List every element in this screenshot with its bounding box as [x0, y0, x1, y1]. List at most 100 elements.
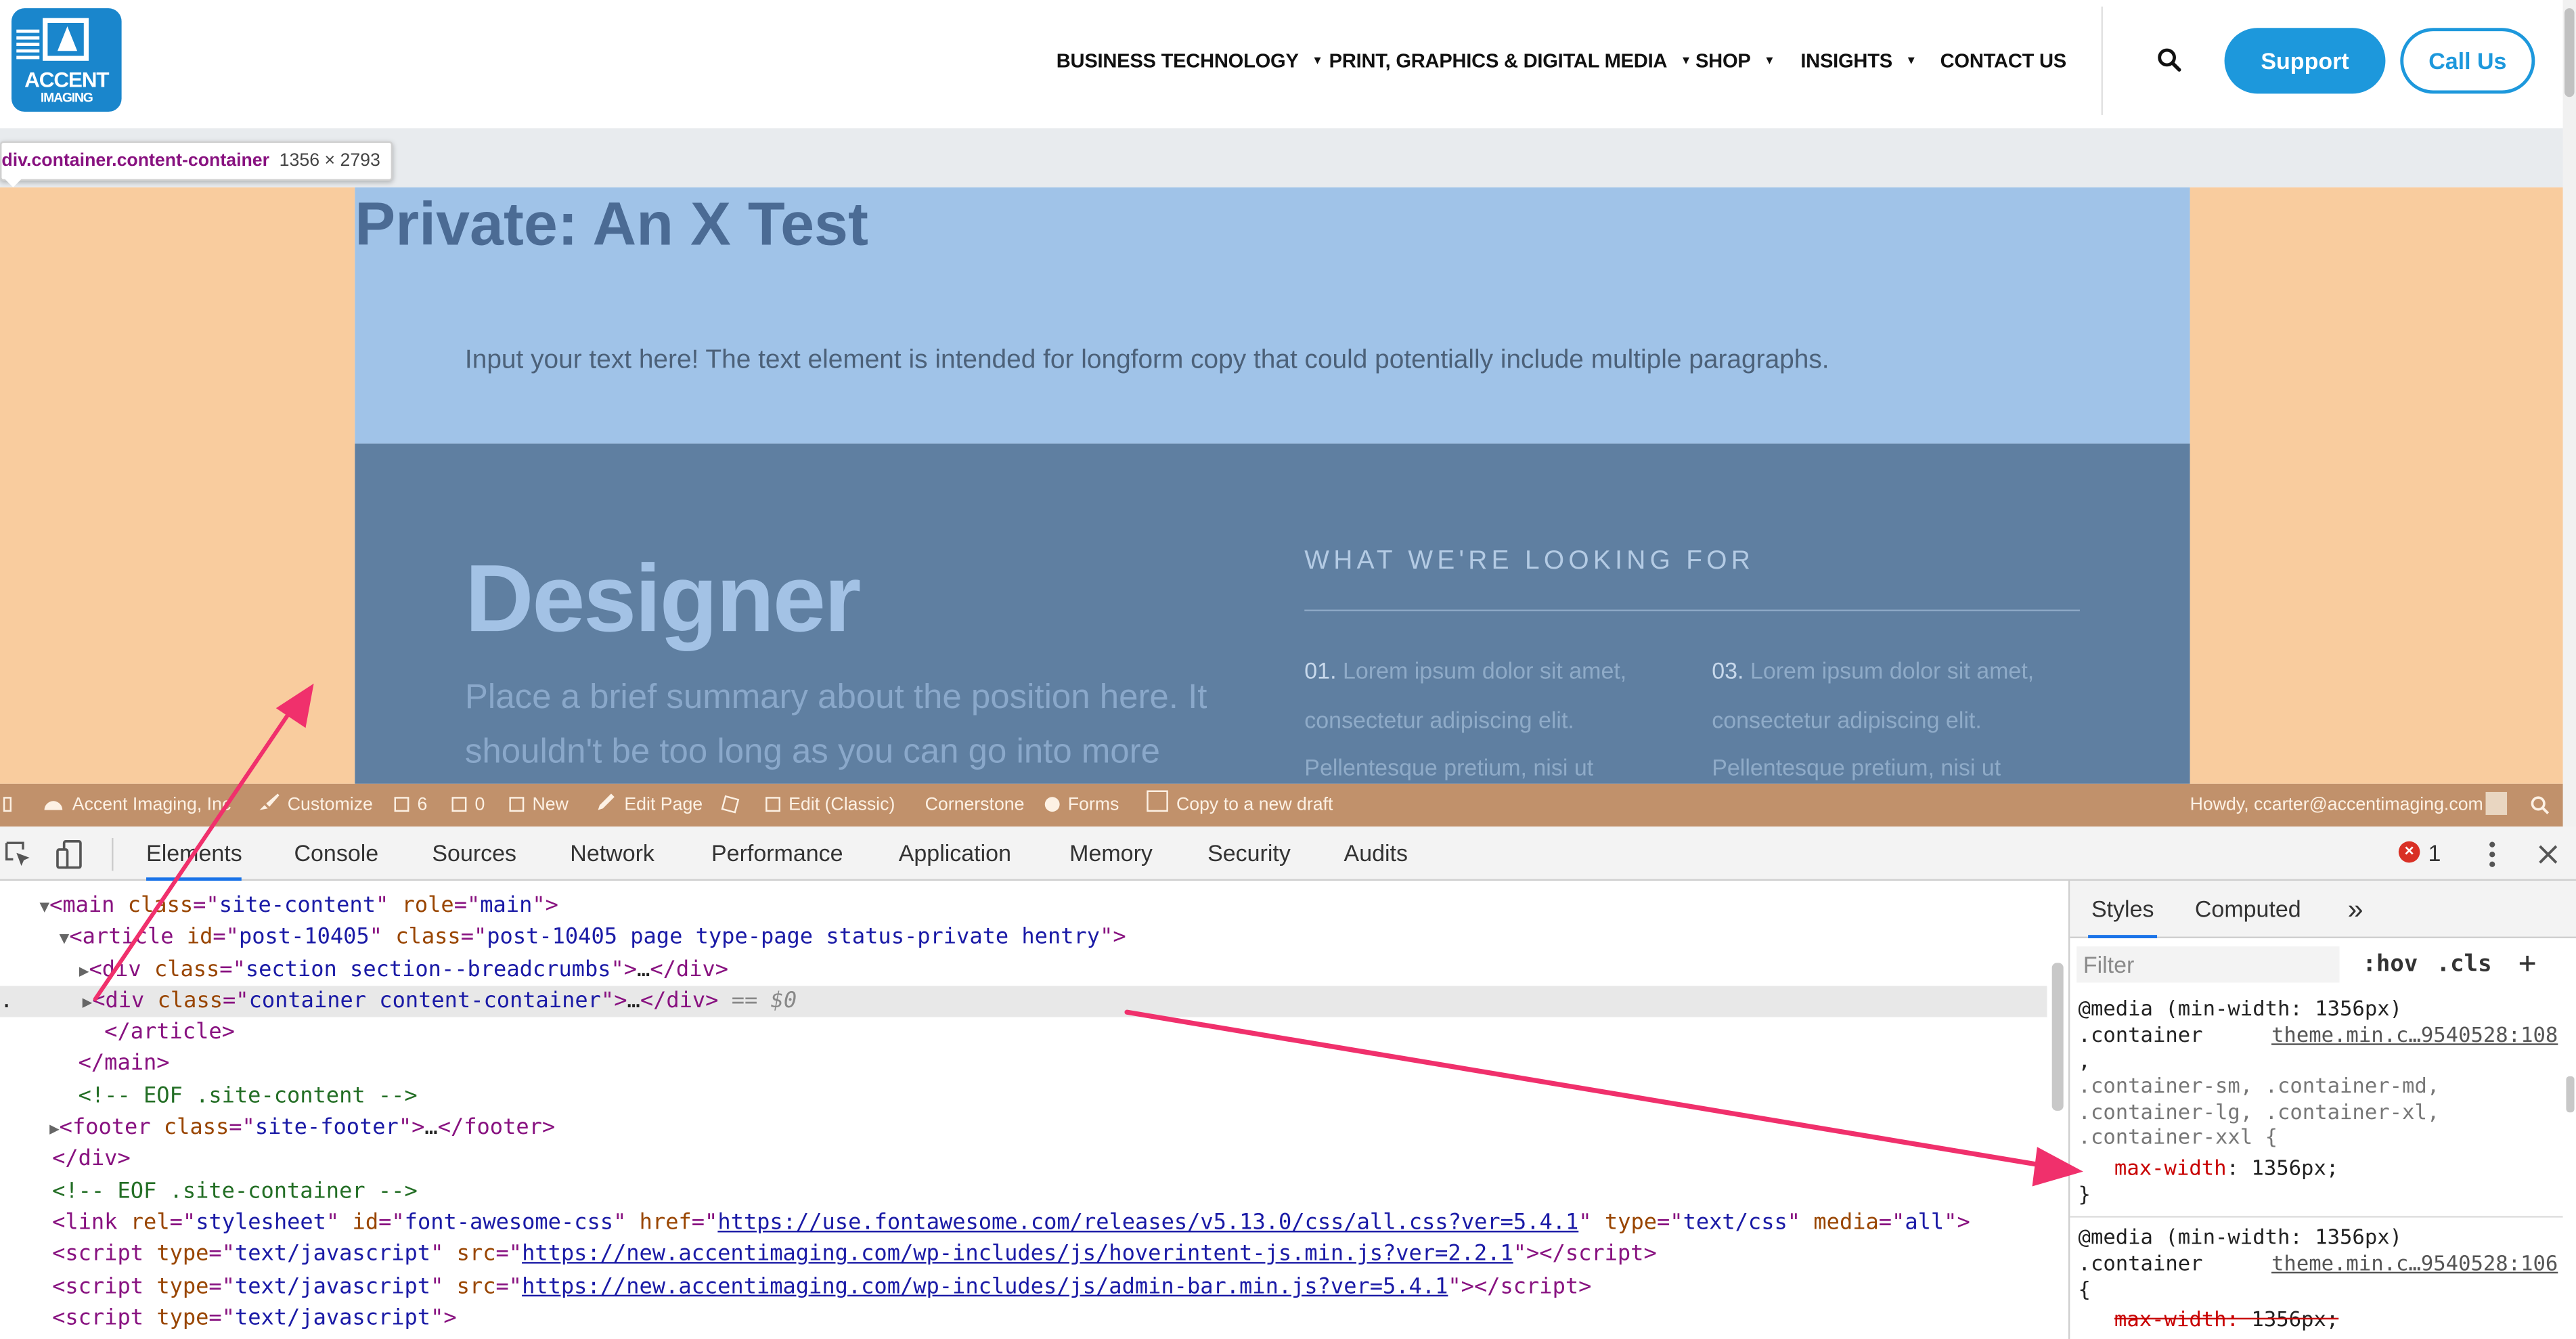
hover-state-toggle[interactable]: :hov	[2362, 946, 2418, 982]
admin-bar-gravity-icon[interactable]	[721, 784, 746, 827]
stylesheet-link[interactable]: https://use.fontawesome.com/releases/v5.…	[717, 1211, 1578, 1235]
dom-node-script[interactable]: <script type="text/javascript" src="http…	[0, 1239, 1657, 1270]
more-tabs-icon[interactable]: »	[2348, 881, 2363, 938]
error-icon[interactable]: ×	[2398, 841, 2420, 863]
nav-shop[interactable]: SHOP ▼	[1695, 49, 1775, 76]
avatar[interactable]	[2485, 791, 2508, 815]
nav-insights[interactable]: INSIGHTS ▼	[1800, 49, 1917, 76]
dom-node-article[interactable]: ▼<article id="post-10405" class="post-10…	[0, 922, 1126, 953]
tooltip-pointer	[3, 177, 23, 188]
call-us-button[interactable]: Call Us	[2400, 28, 2535, 94]
inspect-element-icon[interactable]	[3, 839, 33, 869]
page-scrollbar-thumb[interactable]	[2564, 8, 2575, 97]
new-style-rule-icon[interactable]: +	[2518, 946, 2536, 982]
admin-bar-copy-draft[interactable]: Copy to a new draft	[1147, 784, 1333, 827]
tab-performance[interactable]: Performance	[711, 827, 843, 881]
tab-security[interactable]: Security	[1207, 827, 1291, 881]
inspect-element-tooltip: div.container.content-container 1356 × 27…	[0, 141, 394, 181]
script-link[interactable]: https://new.accentimaging.com/wp-include…	[522, 1242, 1513, 1267]
tab-elements[interactable]: Elements	[146, 827, 242, 881]
css-source-link[interactable]: theme.min.c…9540528:106	[2271, 1250, 2558, 1276]
forms-icon	[1044, 797, 1060, 812]
dom-node-main-close[interactable]: </main>	[0, 1049, 170, 1080]
looking-for-divider	[1304, 609, 2080, 611]
script-link[interactable]: https://new.accentimaging.com/wp-include…	[522, 1275, 1448, 1300]
expand-triangle-icon[interactable]: ▶	[13, 994, 93, 1013]
dom-node-script[interactable]: <script type="text/javascript" src="http…	[0, 1272, 1591, 1303]
expand-triangle-icon[interactable]: ▶	[0, 1120, 60, 1139]
nav-business-technology[interactable]: BUSINESS TECHNOLOGY ▼	[1057, 49, 1323, 76]
admin-bar-customize[interactable]: Customize	[258, 784, 373, 827]
tab-computed[interactable]: Computed	[2195, 881, 2301, 938]
css-selector-list: .container-lg, .container-xl,	[2078, 1099, 2440, 1124]
logo-text-imaging: IMAGING	[40, 90, 93, 106]
dom-node-main[interactable]: ▼<main class="site-content" role="main">	[0, 891, 558, 922]
site-header: ACCENT IMAGING BUSINESS TECHNOLOGY ▼ PRIN…	[0, 0, 2576, 129]
dom-node-footer[interactable]: ▶<footer class="site-footer">…</footer>	[0, 1112, 555, 1143]
close-icon[interactable]	[2537, 843, 2560, 866]
class-toggle[interactable]: .cls	[2437, 946, 2492, 982]
requirement-item: 01. Lorem ipsum dolor sit amet, consecte…	[1304, 657, 1627, 781]
tab-console[interactable]: Console	[294, 827, 378, 881]
collapse-triangle-icon[interactable]: ▼	[0, 930, 70, 948]
admin-bar-howdy[interactable]: Howdy, ccarter@accentimaging.com	[2190, 784, 2483, 827]
css-declaration-max-width[interactable]: max-width: 1356px;	[2114, 1155, 2338, 1181]
job-summary: Place a brief summary about the position…	[464, 678, 1207, 771]
css-media-query: @media (min-width: 1356px)	[2078, 995, 2403, 1021]
support-button[interactable]: Support	[2224, 28, 2386, 94]
admin-bar-edit-page[interactable]: Edit Page	[596, 784, 703, 827]
admin-bar-forms[interactable]: Forms	[1044, 784, 1119, 827]
dashboard-icon	[44, 801, 63, 810]
css-declaration-overridden[interactable]: max-width: 1356px;	[2114, 1307, 2338, 1332]
dom-node-div-close[interactable]: </div>	[0, 1143, 131, 1175]
dom-scrollbar[interactable]	[2051, 963, 2064, 1111]
page-scrollbar[interactable]	[2562, 0, 2576, 827]
tab-sources[interactable]: Sources	[432, 827, 516, 881]
more-options-icon[interactable]	[2484, 839, 2500, 869]
admin-bar-comments[interactable]: 6	[394, 784, 427, 827]
nav-contact-us[interactable]: CONTACT US	[1940, 49, 2067, 76]
nav-print-graphics-digital-media[interactable]: PRINT, GRAPHICS & DIGITAL MEDIA ▼	[1329, 49, 1692, 76]
accent-imaging-logo[interactable]: ACCENT IMAGING	[11, 8, 122, 112]
device-toolbar-icon[interactable]	[54, 838, 84, 871]
collapse-triangle-icon[interactable]: ▼	[0, 899, 49, 917]
dom-comment[interactable]: <!-- EOF .site-container -->	[0, 1177, 418, 1208]
dom-node-script[interactable]: <script type="text/javascript">	[0, 1303, 457, 1334]
styles-filter-input[interactable]: Filter	[2077, 946, 2340, 983]
css-rule-header: .container theme.min.c…9540528:108	[2078, 1022, 2558, 1048]
admin-bar-updates[interactable]: 0	[451, 784, 485, 827]
tab-audits[interactable]: Audits	[1344, 827, 1408, 881]
tab-network[interactable]: Network	[570, 827, 654, 881]
admin-bar-new[interactable]: New	[509, 784, 569, 827]
dom-node-link[interactable]: <link rel="stylesheet" id="font-awesome-…	[0, 1208, 1970, 1239]
admin-bar-site-name[interactable]: Accent Imaging, Inc	[43, 784, 231, 827]
wp-logo-icon[interactable]	[3, 784, 20, 827]
selected-node-marker: == $0	[731, 989, 797, 1014]
edit-icon	[765, 797, 780, 812]
dom-comment[interactable]: <!-- EOF .site-content -->	[0, 1081, 418, 1112]
admin-bar-edit-classic[interactable]: Edit (Classic)	[765, 784, 895, 827]
logo-text-accent: ACCENT	[24, 67, 109, 92]
tab-application[interactable]: Application	[899, 827, 1011, 881]
dom-node-content-container[interactable]: . ▶<div class="container content-contain…	[0, 986, 797, 1017]
admin-search-icon[interactable]	[2530, 795, 2550, 815]
search-icon[interactable]	[2157, 47, 2181, 72]
intro-text: Input your text here! The text element i…	[464, 347, 1829, 375]
admin-bar-cornerstone[interactable]: Cornerstone	[925, 784, 1025, 827]
page-title: Private: An X Test	[355, 190, 868, 259]
css-rule-close: }	[2078, 1181, 2091, 1206]
css-rule-open: {	[2078, 1277, 2091, 1302]
tab-styles[interactable]: Styles	[2088, 881, 2158, 938]
expand-triangle-icon[interactable]: ▶	[0, 963, 89, 981]
job-title-heading: Designer	[464, 545, 861, 653]
highlight-padding-right	[2190, 187, 2563, 784]
dom-node-article-close[interactable]: </article>	[0, 1017, 235, 1048]
css-selector-list: .container-xxl {	[2078, 1124, 2278, 1149]
error-count[interactable]: 1	[2428, 827, 2441, 881]
styles-scrollbar[interactable]	[2566, 1076, 2575, 1113]
header-divider	[2101, 6, 2103, 115]
css-source-link[interactable]: theme.min.c…9540528:108	[2271, 1022, 2558, 1048]
tab-memory[interactable]: Memory	[1069, 827, 1153, 881]
dom-node-breadcrumbs[interactable]: ▶<div class="section section--breadcrumb…	[0, 954, 728, 986]
updates-icon	[451, 797, 467, 812]
